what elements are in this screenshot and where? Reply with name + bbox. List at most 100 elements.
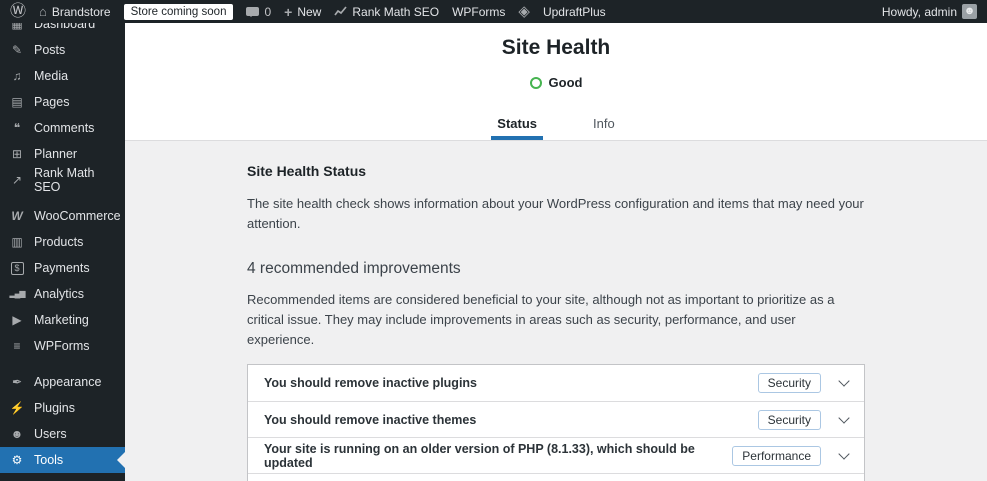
sidebar-item-woocommerce[interactable]: W WooCommerce — [0, 203, 125, 229]
sidebar-item-label: Tools — [34, 453, 64, 467]
avatar: ☻ — [962, 4, 977, 19]
plugins-icon: ⚡ — [9, 401, 25, 415]
comments-count: 0 — [264, 4, 272, 19]
page-title: Site Health — [501, 36, 611, 59]
comments-link[interactable]: 0 — [246, 5, 271, 19]
issue-category-badge: Security — [757, 373, 821, 394]
posts-icon: ✎ — [11, 43, 23, 57]
sidebar-item-comments[interactable]: ❝ Comments — [0, 115, 125, 141]
new-content-menu[interactable]: + New — [284, 5, 321, 19]
sidebar-item-pages[interactable]: ▤ Pages — [0, 89, 125, 115]
admin-bar-right: Howdy, admin ☻ — [882, 4, 977, 19]
wpforms-icon: ≡ — [13, 339, 21, 353]
chevron-down-icon — [838, 412, 850, 424]
issue-row[interactable]: You should remove inactive themes Securi… — [248, 401, 864, 438]
issue-label: Your site is running on an older version… — [264, 441, 695, 470]
dashboard-icon: ▦ — [11, 23, 23, 31]
good-ring-icon — [529, 76, 542, 89]
issue-row[interactable]: You should remove inactive plugins Secur… — [248, 365, 864, 402]
media-icon: ♫ — [12, 69, 22, 83]
rank-math-graph-icon — [334, 5, 348, 18]
users-icon: ☻ — [10, 427, 24, 441]
site-health-header: Site Health Good Status Info — [125, 23, 987, 141]
intro-text: The site health check shows information … — [247, 196, 864, 231]
sidebar-item-payments[interactable]: $ Payments — [0, 255, 125, 281]
wordpress-logo-icon: Ⓦ — [10, 2, 27, 20]
payments-icon: $ — [8, 261, 26, 275]
health-body: Site Health Status The site health check… — [125, 141, 987, 481]
woocommerce-icon: W — [11, 209, 23, 223]
sidebar-item-wpforms[interactable]: ≡ WPForms — [0, 333, 125, 359]
updraft-diamond-icon: ◈ — [518, 3, 530, 20]
issue-label: You should remove inactive themes — [264, 412, 477, 427]
comments-icon: ❝ — [13, 121, 21, 135]
my-account-menu[interactable]: Howdy, admin ☻ — [882, 4, 977, 19]
chevron-down-icon — [838, 375, 850, 388]
wordpress-admin-screen: Ⓦ ⌂ Brandstore Store coming soon 0 + New… — [0, 0, 987, 481]
rank-math-label: Rank Math SEO — [352, 4, 440, 19]
pages-icon: ▤ — [11, 95, 23, 109]
health-status-badge: Good — [529, 75, 583, 90]
sidebar-item-products[interactable]: ▥ Products — [0, 229, 125, 255]
sidebar-item-media[interactable]: ♫ Media — [0, 63, 125, 89]
sidebar-item-marketing[interactable]: ▶ Marketing — [0, 307, 125, 333]
planner-icon: ⊞ — [11, 147, 23, 161]
section-title: Site Health Status — [247, 163, 367, 179]
tab-status[interactable]: Status — [491, 116, 544, 140]
health-status-label: Good — [548, 75, 583, 90]
issue-label: You should remove inactive plugins — [264, 376, 478, 391]
site-link[interactable]: ⌂ Brandstore — [39, 5, 111, 19]
sidebar-item-rank-math-seo[interactable]: ↗ Rank Math SEO — [0, 166, 125, 194]
appearance-icon: ✒ — [11, 375, 23, 389]
issues-accordion: You should remove inactive plugins Secur… — [247, 364, 865, 481]
wpforms-menu[interactable]: WPForms — [452, 5, 505, 19]
chevron-down-icon — [838, 448, 850, 460]
sidebar-item-label: Planner — [34, 147, 78, 161]
rank-math-menu[interactable]: Rank Math SEO — [334, 5, 439, 19]
comment-bubble-icon — [246, 7, 260, 17]
sidebar-item-label: Posts — [34, 43, 66, 57]
recommendations-title: 4 recommended improvements — [247, 260, 461, 277]
sidebar-item-label: Marketing — [34, 313, 89, 327]
sidebar-item-label: Appearance — [34, 375, 102, 389]
issue-category-badge: Security — [757, 409, 821, 430]
updraftplus-menu[interactable]: ◈ UpdraftPlus — [518, 4, 605, 19]
sidebar-item-posts[interactable]: ✎ Posts — [0, 37, 125, 63]
updraft-label: UpdraftPlus — [542, 4, 606, 19]
issue-row[interactable]: Your site is running on an older version… — [248, 437, 864, 474]
sidebar-item-label: Analytics — [34, 287, 85, 301]
admin-bar-left: Ⓦ ⌂ Brandstore Store coming soon 0 + New… — [10, 2, 606, 20]
wordpress-menu[interactable]: Ⓦ — [10, 2, 27, 20]
avatar-icon: ☻ — [963, 5, 976, 17]
howdy-text: Howdy, admin — [881, 4, 957, 19]
sidebar-item-label: Rank Math SEO — [34, 166, 95, 194]
sidebar-item-label: Pages — [34, 95, 70, 109]
sidebar-item-appearance[interactable]: ✒ Appearance — [0, 369, 125, 395]
tools-icon: ⚙ — [11, 453, 23, 467]
recommendations-description: Recommended items are considered benefic… — [247, 292, 835, 348]
sidebar-item-analytics[interactable]: ▂▄▆ Analytics — [0, 281, 125, 307]
issue-row[interactable]: You should use a persistent object cache… — [248, 473, 864, 481]
health-tabs: Status Info — [125, 116, 987, 140]
marketing-icon: ▶ — [12, 313, 22, 327]
sidebar-item-tools[interactable]: ⚙ Tools — [0, 447, 125, 473]
site-name: Brandstore — [51, 4, 111, 19]
sidebar-item-dashboard[interactable]: ▦ Dashboard — [0, 23, 125, 37]
sidebar-item-label: Payments — [34, 261, 90, 275]
sidebar-item-plugins[interactable]: ⚡ Plugins — [0, 395, 125, 421]
sidebar-item-label: Users — [34, 427, 67, 441]
sidebar-item-label: Dashboard — [34, 23, 96, 31]
plus-icon: + — [284, 3, 293, 20]
sidebar-item-label: Products — [34, 235, 84, 249]
home-icon: ⌂ — [39, 4, 47, 19]
tab-info[interactable]: Info — [587, 116, 621, 140]
wpforms-label: WPForms — [452, 4, 506, 19]
store-coming-soon-badge[interactable]: Store coming soon — [123, 3, 234, 20]
sidebar-item-planner[interactable]: ⊞ Planner — [0, 141, 125, 167]
admin-bar: Ⓦ ⌂ Brandstore Store coming soon 0 + New… — [0, 0, 987, 23]
sidebar-item-label: Media — [34, 69, 69, 83]
new-label: New — [297, 4, 322, 19]
sidebar-item-label: Plugins — [34, 401, 75, 415]
main-content: Site Health Good Status Info Site Health… — [125, 23, 987, 481]
sidebar-item-users[interactable]: ☻ Users — [0, 421, 125, 447]
